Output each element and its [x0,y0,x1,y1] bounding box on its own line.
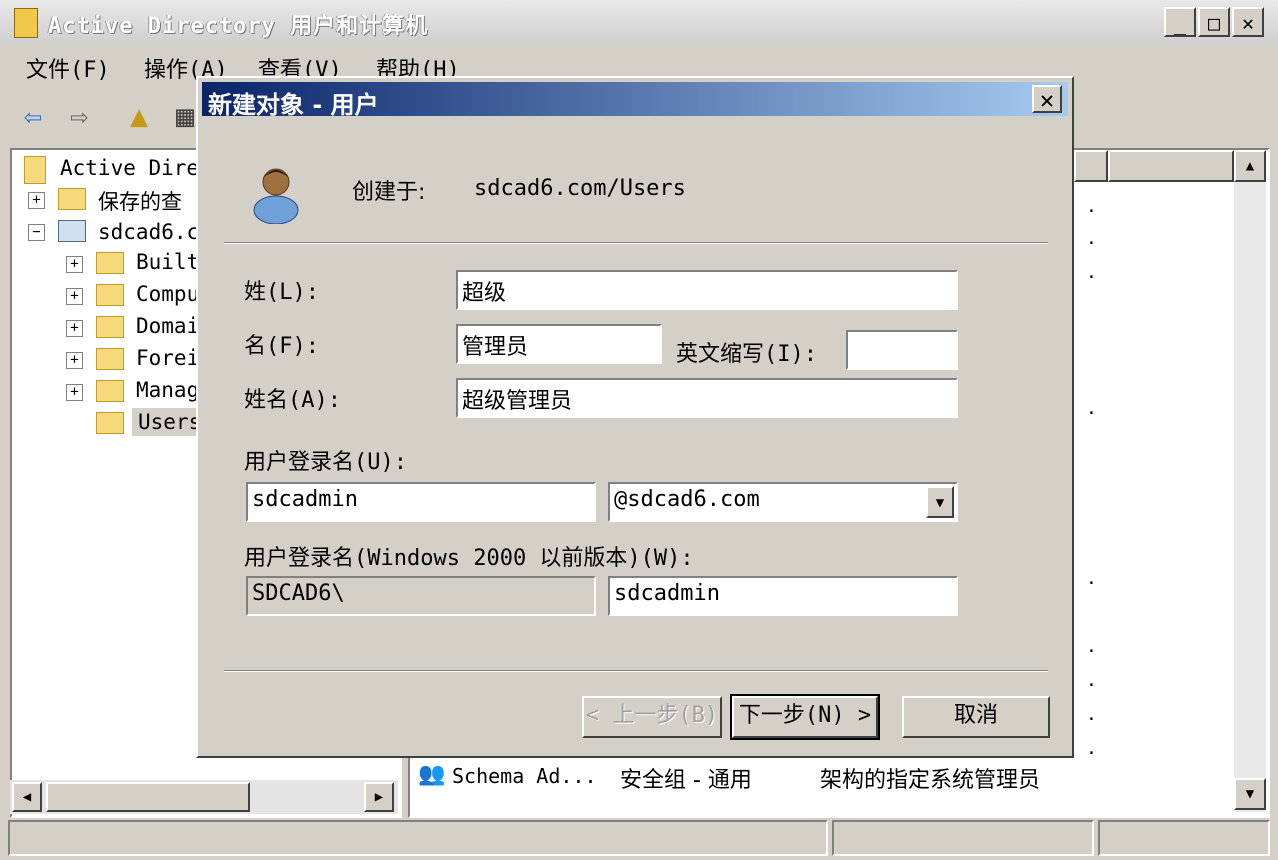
tree-item-domain[interactable]: sdcad6.c [98,220,199,244]
expand-icon[interactable]: + [66,288,83,305]
last-name-field[interactable]: 超级 [456,270,958,310]
first-name-label: 名(F): [244,334,319,359]
list-column-header [1074,150,1234,182]
initials-label: 英文缩写(I): [676,342,817,367]
menu-file[interactable]: 文件(F) [26,52,110,84]
ou-folder-icon [96,316,124,338]
expand-icon[interactable]: + [66,256,83,273]
expand-icon[interactable]: + [28,192,45,209]
separator [224,242,1048,244]
truncated-text: . [1086,738,1097,759]
folder-icon [96,252,124,274]
first-name-field[interactable]: 管理员 [456,324,662,364]
scroll-up-icon[interactable]: ▲ [1234,150,1266,182]
folder-icon [96,380,124,402]
created-in-label: 创建于: [352,180,426,205]
logon-name-field[interactable]: sdcadmin [246,482,596,522]
next-button[interactable]: 下一步(N) > [730,694,880,740]
scroll-left-icon[interactable]: ◀ [12,782,42,812]
prewin-domain-field: SDCAD6\ [246,576,596,616]
scroll-thumb[interactable] [46,782,250,812]
collapse-icon[interactable]: − [28,224,45,241]
folder-icon [96,284,124,306]
close-window-button[interactable]: ✕ [1232,7,1264,37]
chevron-down-icon[interactable]: ▼ [926,486,954,518]
expand-icon[interactable]: + [66,384,83,401]
truncated-text: . [1086,636,1097,657]
expand-icon[interactable]: + [66,352,83,369]
truncated-text: . [1086,398,1097,419]
up-folder-icon[interactable]: ▲ [122,100,156,134]
created-in-value: sdcad6.com/Users [474,176,686,201]
last-name-label: 姓(L): [244,280,319,305]
truncated-text: . [1086,568,1097,589]
truncated-text: . [1086,196,1097,217]
tree-horizontal-scrollbar[interactable]: ◀ ▶ [10,780,398,814]
status-bar [8,820,1270,856]
row-name: Schema Ad... [452,764,597,788]
truncated-text: . [1086,228,1097,249]
tree-item-domain-controllers[interactable]: Domai [136,314,199,338]
back-button[interactable]: < 上一步(B) [582,696,722,738]
toolbar: ⇦ ⇨ ▲ ▦ [10,92,210,144]
truncated-text: . [1086,704,1097,725]
scroll-down-icon[interactable]: ▼ [1234,778,1266,810]
full-name-field[interactable]: 超级管理员 [456,378,958,418]
group-icon: 👥 [418,762,446,787]
tree-item-foreign[interactable]: Forei [136,346,199,370]
status-panel [8,820,828,856]
tree-item-computers[interactable]: Compu [136,282,199,306]
status-panel [832,820,1094,856]
tree-item-managed[interactable]: Manag [136,378,199,402]
dialog-title: 新建对象 - 用户 [208,91,379,119]
scroll-right-icon[interactable]: ▶ [364,782,394,812]
tree-item-builtin[interactable]: Built [136,250,199,274]
maximize-button[interactable]: □ [1198,7,1230,37]
logon-name-label: 用户登录名(U): [244,450,407,475]
expand-icon[interactable]: + [66,320,83,337]
folder-icon [96,348,124,370]
tree-item-saved-queries[interactable]: 保存的查 [98,186,182,216]
new-user-dialog: 新建对象 - 用户 ✕ 创建于: sdcad6.com/Users 姓(L): … [196,76,1074,758]
initials-field[interactable] [846,330,958,370]
ad-app-icon [14,8,38,38]
upn-suffix-select[interactable]: @sdcad6.com ▼ [608,482,958,522]
separator [224,670,1048,672]
folder-icon [58,188,86,210]
row-type: 安全组 - 通用 [620,768,752,793]
dialog-close-button[interactable]: ✕ [1032,85,1062,113]
prewin-logon-field[interactable]: sdcadmin [608,576,958,616]
minimize-button[interactable]: _ [1164,7,1196,37]
prewin-logon-label: 用户登录名(Windows 2000 以前版本)(W): [244,546,694,571]
table-row[interactable]: 👥 Schema Ad... 安全组 - 通用 架构的指定系统管理员 [416,760,1116,794]
column-header-cell[interactable] [1108,150,1234,182]
dialog-title-bar: 新建对象 - 用户 ✕ [202,82,1068,119]
cancel-button[interactable]: 取消 [902,696,1050,738]
vertical-scrollbar[interactable]: ▲ ▼ [1234,150,1266,812]
tree-item-root[interactable]: Active Dire [60,156,199,180]
truncated-text: . [1086,262,1097,283]
forward-arrow-icon[interactable]: ⇨ [62,100,96,134]
folder-icon [96,412,124,434]
domain-icon [58,220,86,242]
user-icon [250,160,302,225]
ad-root-icon [24,156,46,184]
upn-suffix-value: @sdcad6.com [614,487,760,512]
truncated-text: . [1086,670,1097,691]
window-title-bar: Active Directory 用户和计算机 _ □ ✕ [0,0,1278,44]
status-panel [1098,820,1270,856]
full-name-label: 姓名(A): [244,388,341,413]
back-arrow-icon[interactable]: ⇦ [16,100,50,134]
window-title: Active Directory 用户和计算机 [48,14,429,39]
row-description: 架构的指定系统管理员 [820,768,1041,793]
column-header-cell[interactable] [1074,150,1108,182]
